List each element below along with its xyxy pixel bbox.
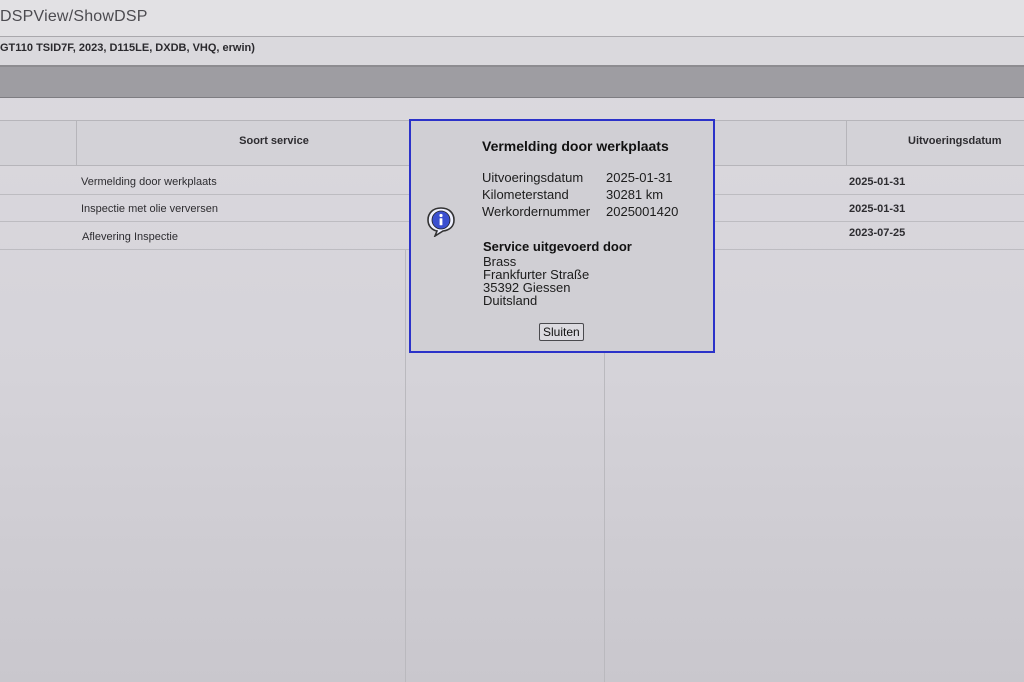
vehicle-info-bar: GT110 TSID7F, 2023, D115LE, DXDB, VHQ, e…	[0, 37, 1024, 67]
field-label: Uitvoeringsdatum	[482, 170, 584, 185]
vehicle-info-text: GT110 TSID7F, 2023, D115LE, DXDB, VHQ, e…	[0, 42, 255, 54]
column-header-uitvoeringsdatum[interactable]: Uitvoeringsdatum	[908, 135, 1002, 147]
field-label: Kilometerstand	[482, 187, 569, 202]
dialog-title: Vermelding door werkplaats	[482, 138, 669, 154]
field-uitvoeringsdatum: Uitvoeringsdatum 2025-01-31	[482, 170, 673, 185]
field-werkordernummer: Werkordernummer 2025001420	[482, 204, 678, 219]
column-header-soort-service[interactable]: Soort service	[200, 135, 348, 147]
service-name: Aflevering Inspectie	[82, 231, 178, 243]
service-date: 2023-07-25	[849, 227, 906, 239]
address-bar[interactable]: DSPView/ShowDSP	[0, 0, 1024, 37]
field-value: 2025001420	[606, 204, 679, 219]
field-value: 30281 km	[606, 187, 664, 202]
service-date: 2025-01-31	[849, 203, 906, 215]
url-text: DSPView/ShowDSP	[0, 8, 148, 25]
address-line: Duitsland	[483, 293, 538, 308]
info-icon	[427, 207, 455, 237]
column-divider	[405, 250, 406, 682]
screen: DSPView/ShowDSP GT110 TSID7F, 2023, D115…	[0, 0, 1024, 682]
service-by-heading: Service uitgevoerd door	[483, 239, 632, 254]
service-name: Inspectie met olie verversen	[81, 203, 218, 215]
column-divider	[846, 121, 847, 165]
service-name: Vermelding door werkplaats	[81, 176, 217, 188]
field-value: 2025-01-31	[606, 170, 673, 185]
column-divider	[604, 350, 605, 682]
info-dialog: Vermelding door werkplaats Uitvoeringsda…	[409, 119, 715, 353]
close-button[interactable]: Sluiten	[539, 323, 584, 341]
field-label: Werkordernummer	[482, 204, 591, 219]
service-date: 2025-01-31	[849, 176, 906, 188]
field-kilometerstand: Kilometerstand 30281 km	[482, 187, 663, 202]
toolbar-band	[0, 67, 1024, 98]
column-divider	[76, 121, 77, 165]
